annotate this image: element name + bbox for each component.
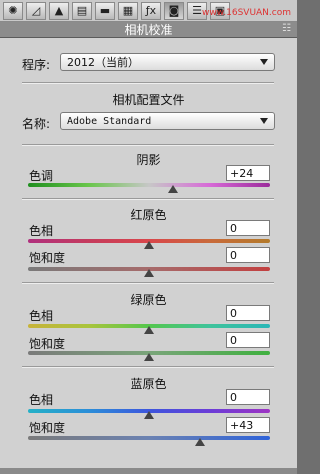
process-select-value: 2012（当前） [67,56,139,69]
hsl-icon[interactable]: ▤ [72,1,92,20]
green-saturation-slider-thumb[interactable] [144,353,154,361]
split-tone-icon[interactable]: ▬ [95,1,115,20]
green-saturation-label: 饱和度 [29,337,66,351]
red-hue-label: 色相 [29,224,54,238]
process-select[interactable]: 2012（当前） [60,53,275,71]
green-hue-slider-thumb[interactable] [144,326,154,334]
green-saturation-input[interactable]: 0 [226,332,270,348]
camera-calibration-panel: 程序: 2012（当前） 相机配置文件 名称: Adobe Standard 阴… [0,38,297,474]
chevron-down-icon [260,59,268,65]
detail-icon[interactable]: ▦ [118,1,138,20]
profile-select-value: Adobe Standard [67,115,152,127]
fx-icon[interactable]: ƒx [141,1,161,20]
red-saturation-slider-thumb[interactable] [144,269,154,277]
green-hue-input[interactable]: 0 [226,305,270,321]
process-label: 程序: [22,58,51,72]
blue-saturation-input[interactable]: +43 [226,417,270,433]
divider [22,198,274,200]
shadows-tint-input[interactable]: +24 [226,165,270,181]
shadows-tint-label: 色调 [29,169,54,183]
chevron-down-icon [260,118,268,124]
aperture-icon[interactable]: ✺ [3,1,23,20]
panel-title: 相机校准 [124,23,173,37]
red-hue-slider-thumb[interactable] [144,241,154,249]
shadows-tint-slider[interactable] [28,183,270,187]
divider [22,366,274,368]
panel-bottom-edge [0,468,297,474]
histogram-icon[interactable]: ◿ [26,1,46,20]
green-hue-label: 色相 [29,309,54,323]
blue-hue-label: 色相 [29,393,54,407]
shadows-tint-slider-thumb[interactable] [168,185,179,193]
blue-hue-input[interactable]: 0 [226,389,270,405]
profile-select[interactable]: Adobe Standard [60,112,275,130]
triangle-icon[interactable]: ▲ [49,1,69,20]
red-hue-input[interactable]: 0 [226,220,270,236]
camera-calibration-icon[interactable]: ◙ [164,1,184,20]
blue-hue-slider-thumb[interactable] [144,411,154,419]
panel-menu-icon[interactable]: ☷ [282,23,291,34]
divider [22,144,274,146]
panel-title-bar: 相机校准 ☷ [0,22,297,38]
watermark: www.16SVUAN.com [202,8,291,18]
divider [22,282,274,284]
name-label: 名称: [22,117,51,131]
blue-saturation-slider-thumb[interactable] [194,438,205,446]
divider [22,82,274,84]
red-saturation-label: 饱和度 [29,251,66,265]
blue-saturation-label: 饱和度 [29,421,66,435]
blue-saturation-slider[interactable] [28,436,270,440]
profile-section-title: 相机配置文件 [112,93,185,107]
red-saturation-input[interactable]: 0 [226,247,270,263]
